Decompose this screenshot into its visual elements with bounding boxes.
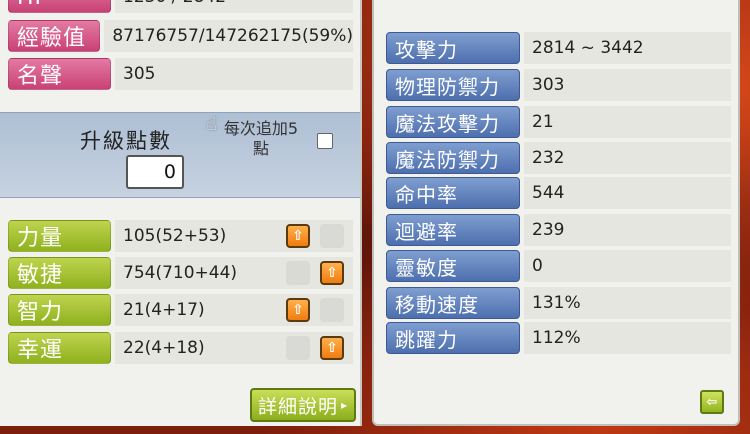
ability-points-value: 0 [126,155,184,189]
fame-value: 305 [115,58,353,90]
hp-label: HP [8,0,111,13]
detail-row-magic-atk: 魔法攻擊力 21 [386,106,731,138]
detail-row-attack: 攻擊力 2814 ~ 3442 [386,32,731,64]
dex-value-text: 754(710+44) [123,263,238,283]
stat-row-luk: 幸運 22(4+18) ⇧ [8,331,353,365]
magic-def-value: 232 [524,142,731,174]
magic-atk-label: 魔法攻擊力 [386,106,520,138]
detail-row-magic-def: 魔法防禦力 232 [386,142,731,174]
detail-row-hands: 靈敏度 0 [386,250,731,282]
exp-row: 經驗值 87176757/147262175(59%) [8,19,353,53]
detail-row-jump: 跳躍力 112% [386,322,731,354]
dex-label: 敏捷 [8,257,111,289]
attack-label: 攻擊力 [386,32,520,64]
hands-label: 靈敏度 [386,250,520,282]
str-value: 105(52+53) ⇧ [115,220,353,252]
detail-button[interactable]: 詳細說明 ▸ [250,388,356,422]
int-value: 21(4+17) ⇧ [115,294,353,326]
dex-up-arrow-icon[interactable]: ⇧ [320,261,344,285]
hands-value: 0 [524,250,731,282]
speed-value: 131% [524,287,731,319]
speed-label: 移動速度 [386,287,520,319]
chevron-right-icon: ▸ [340,398,349,412]
hp-value: 1230 / 2842 [115,0,353,13]
luk-value: 22(4+18) ⇧ [115,332,353,364]
detail-button-label: 詳細說明 [257,395,338,418]
hand-cursor-icon: ☝ [206,114,217,135]
accuracy-label: 命中率 [386,177,520,209]
detail-row-speed: 移動速度 131% [386,287,731,319]
fame-label: 名聲 [8,58,111,90]
hp-row: HP 1230 / 2842 [8,0,353,14]
auto-assign-checkbox[interactable] [317,133,333,149]
stat-window: HP 1230 / 2842 經驗值 87176757/147262175(59… [0,0,362,426]
phys-def-value: 303 [524,69,731,101]
stat-row-dex: 敏捷 754(710+44) ⇧ [8,256,353,290]
str-up-arrow-icon[interactable]: ⇧ [286,224,310,248]
dex-value: 754(710+44) ⇧ [115,257,353,289]
str-label: 力量 [8,220,111,252]
ability-points-box: 升級點數 0 每次追加5點 [0,112,360,198]
detail-stat-window: 攻擊力 2814 ~ 3442 物理防禦力 303 魔法攻擊力 21 魔法防禦力… [372,0,740,426]
int-label: 智力 [8,294,111,326]
magic-atk-value: 21 [524,106,731,138]
int-blank-slot [320,298,344,322]
phys-def-label: 物理防禦力 [386,69,520,101]
detail-row-accuracy: 命中率 544 [386,177,731,209]
luk-value-text: 22(4+18) [123,338,205,358]
str-value-text: 105(52+53) [123,226,227,246]
luk-blank-slot [286,336,310,360]
stat-row-int: 智力 21(4+17) ⇧ [8,293,353,327]
back-arrow-icon[interactable]: ⇦ [700,390,724,414]
luk-up-arrow-icon[interactable]: ⇧ [320,336,344,360]
exp-value: 87176757/147262175(59%) [104,20,353,52]
str-blank-slot [320,224,344,248]
dex-blank-slot [286,261,310,285]
detail-row-phys-def: 物理防禦力 303 [386,69,731,101]
int-up-arrow-icon[interactable]: ⇧ [286,298,310,322]
luk-label: 幸運 [8,332,111,364]
fame-row: 名聲 305 [8,57,353,91]
ability-points-title: 升級點數 [80,129,172,153]
jump-label: 跳躍力 [386,322,520,354]
exp-label: 經驗值 [8,20,101,52]
auto-assign-label: 每次追加5點 [223,119,299,158]
jump-value: 112% [524,322,731,354]
stat-row-str: 力量 105(52+53) ⇧ [8,219,353,253]
avoid-value: 239 [524,214,731,246]
accuracy-value: 544 [524,177,731,209]
magic-def-label: 魔法防禦力 [386,142,520,174]
avoid-label: 迴避率 [386,214,520,246]
detail-row-avoid: 迴避率 239 [386,214,731,246]
int-value-text: 21(4+17) [123,300,205,320]
attack-value: 2814 ~ 3442 [524,32,731,64]
